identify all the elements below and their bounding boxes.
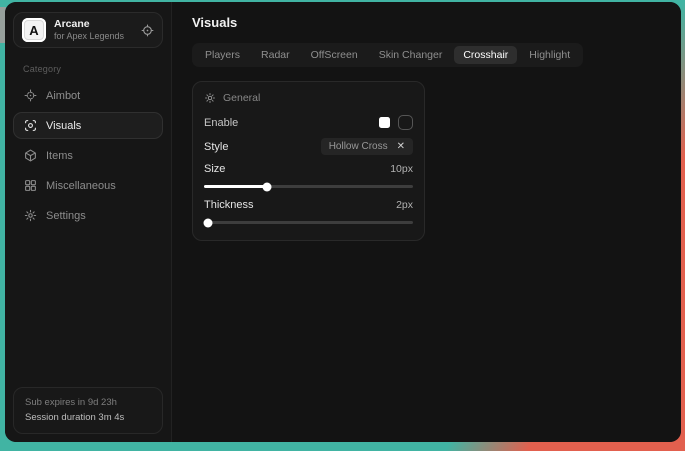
settings-gear-icon xyxy=(24,209,37,222)
size-row: Size 10px xyxy=(202,155,415,175)
size-value: 10px xyxy=(390,163,413,175)
size-slider-fill xyxy=(204,185,267,188)
style-value: Hollow Cross xyxy=(329,141,388,152)
size-slider[interactable] xyxy=(204,185,413,188)
main-content: Visuals PlayersRadarOffScreenSkin Change… xyxy=(172,2,681,442)
color-swatch[interactable] xyxy=(379,117,390,128)
enable-controls xyxy=(379,115,413,130)
sidebar-item-label: Miscellaneous xyxy=(46,180,116,192)
sidebar-nav: Aimbot Visuals Items Miscellaneous Settings xyxy=(13,82,163,229)
misc-grid-icon xyxy=(24,179,37,192)
sidebar: A Arcane for Apex Legends Category Aimbo… xyxy=(5,2,172,442)
thickness-value: 2px xyxy=(396,199,413,211)
sidebar-item-miscellaneous[interactable]: Miscellaneous xyxy=(13,172,163,199)
sidebar-item-settings[interactable]: Settings xyxy=(13,202,163,229)
thickness-slider-thumb[interactable] xyxy=(204,218,213,227)
session-duration-text: Session duration 3m 4s xyxy=(25,410,151,426)
style-label: Style xyxy=(204,141,228,153)
style-row: Style Hollow Cross ✕ xyxy=(202,130,415,155)
subscription-info-card: Sub expires in 9d 23h Session duration 3… xyxy=(13,387,163,434)
thickness-slider[interactable] xyxy=(204,221,413,224)
category-label: Category xyxy=(23,64,163,74)
visuals-scan-eye-icon xyxy=(24,119,37,132)
arcane-logo: A xyxy=(22,18,46,42)
clear-style-icon[interactable]: ✕ xyxy=(397,142,405,152)
thickness-label: Thickness xyxy=(204,199,254,211)
aimbot-crosshair-icon xyxy=(24,89,37,102)
brand-text: Arcane for Apex Legends xyxy=(54,18,133,42)
sidebar-item-label: Visuals xyxy=(46,120,81,132)
size-slider-thumb[interactable] xyxy=(262,182,271,191)
brand-subtitle: for Apex Legends xyxy=(54,31,133,42)
style-select-chip[interactable]: Hollow Cross ✕ xyxy=(321,138,413,155)
items-package-icon xyxy=(24,149,37,162)
panel-title: General xyxy=(223,92,260,104)
sidebar-item-items[interactable]: Items xyxy=(13,142,163,169)
sidebar-item-label: Aimbot xyxy=(46,90,80,102)
thickness-row: Thickness 2px xyxy=(202,191,415,211)
tab-crosshair[interactable]: Crosshair xyxy=(454,46,517,64)
arcane-app-window: A Arcane for Apex Legends Category Aimbo… xyxy=(5,2,681,442)
target-icon[interactable] xyxy=(141,24,154,37)
panel-header: General xyxy=(202,91,415,107)
general-brightness-icon xyxy=(204,92,216,104)
sidebar-item-aimbot[interactable]: Aimbot xyxy=(13,82,163,109)
enable-row: Enable xyxy=(202,107,415,130)
sidebar-item-label: Settings xyxy=(46,210,86,222)
enable-label: Enable xyxy=(204,117,238,129)
size-label: Size xyxy=(204,163,225,175)
tab-bar: PlayersRadarOffScreenSkin ChangerCrossha… xyxy=(192,43,583,67)
brand-title: Arcane xyxy=(54,18,133,31)
sidebar-item-visuals[interactable]: Visuals xyxy=(13,112,163,139)
tab-skin-changer[interactable]: Skin Changer xyxy=(370,46,452,64)
page-title: Visuals xyxy=(192,15,661,30)
sub-expires-text: Sub expires in 9d 23h xyxy=(25,395,151,411)
sidebar-item-label: Items xyxy=(46,150,73,162)
tab-players[interactable]: Players xyxy=(196,46,249,64)
tab-highlight[interactable]: Highlight xyxy=(520,46,579,64)
enable-checkbox[interactable] xyxy=(398,115,413,130)
tab-offscreen[interactable]: OffScreen xyxy=(302,46,367,64)
general-panel: General Enable Style Hollow Cross ✕ Size… xyxy=(192,81,425,241)
brand-card: A Arcane for Apex Legends xyxy=(13,12,163,48)
tab-radar[interactable]: Radar xyxy=(252,46,299,64)
